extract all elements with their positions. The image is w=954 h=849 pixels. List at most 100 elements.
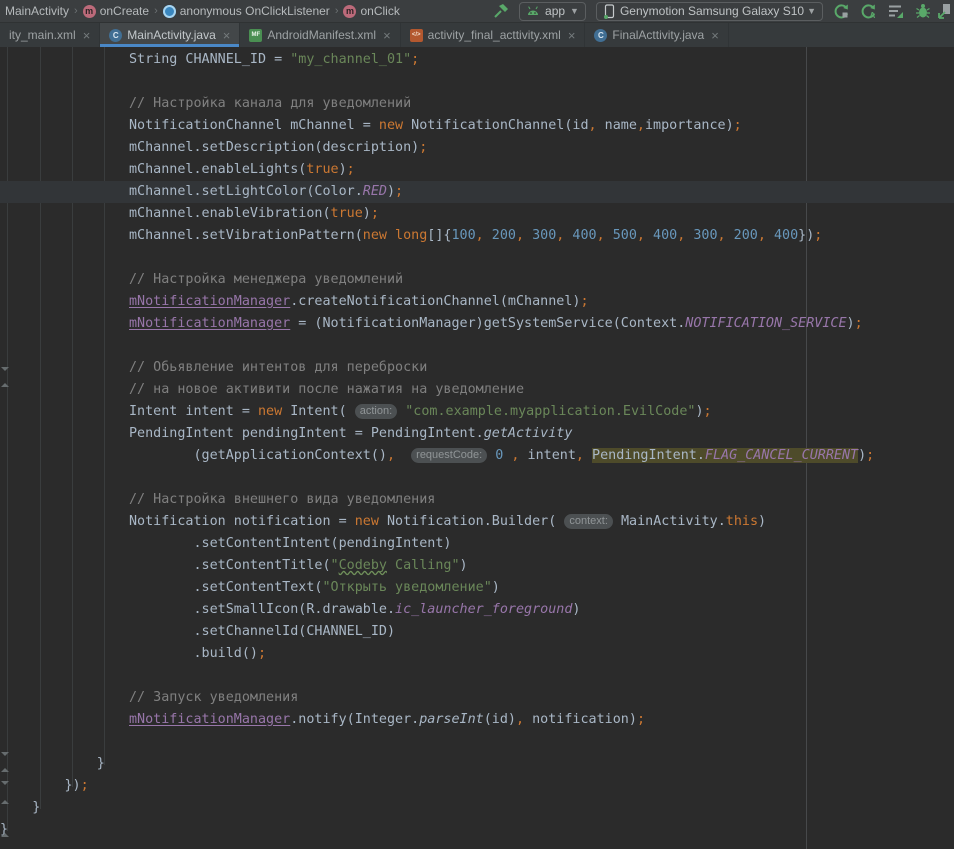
code-token: , (718, 228, 726, 243)
code-line[interactable]: mChannel.setDescription(description); (0, 137, 954, 159)
breadcrumb-item-onclick[interactable]: monClick (341, 4, 401, 18)
code-token (645, 228, 653, 243)
code-line[interactable]: // Запуск уведомления (0, 687, 954, 709)
apply-code-changes-icon[interactable]: A (855, 1, 882, 21)
code-token: .setSmallIcon(R.drawable. (0, 602, 395, 617)
code-line[interactable]: String CHANNEL_ID = "my_channel_01"; (0, 49, 954, 71)
code-token: mNotificationManager (129, 316, 290, 331)
tab-activity_final_acttivity.xml[interactable]: </>activity_final_acttivity.xml× (401, 23, 586, 47)
breadcrumb-item-anonymous-onclicklistener[interactable]: anonymous OnClickListener (161, 4, 332, 18)
code-line[interactable]: (getApplicationContext(), requestCode: 0… (0, 445, 954, 467)
fold-marker-icon[interactable] (1, 768, 9, 772)
code-token: , (758, 228, 766, 243)
code-token: ; (258, 646, 266, 661)
code-token: mNotificationManager (129, 712, 290, 727)
code-line[interactable]: .setContentText("Открыть уведомление") (0, 577, 954, 599)
code-token: ) (492, 580, 500, 595)
code-line[interactable]: // на новое активити после нажатия на ув… (0, 379, 954, 401)
code-line[interactable]: // Обьявление интентов для переброски (0, 357, 954, 379)
code-line[interactable] (0, 467, 954, 489)
code-line[interactable]: PendingIntent pendingIntent = PendingInt… (0, 423, 954, 445)
code-line[interactable]: // Настройка канала для уведомлений (0, 93, 954, 115)
breadcrumb-item-oncreate[interactable]: monCreate (81, 4, 151, 18)
fold-marker-icon[interactable] (1, 800, 9, 804)
code-editor[interactable]: String CHANNEL_ID = "my_channel_01"; // … (0, 47, 954, 849)
code-line[interactable]: .setContentTitle("Codeby Calling") (0, 555, 954, 577)
code-line-current[interactable]: mChannel.setLightColor(Color.RED); (0, 181, 954, 203)
tab-mainactivity.java[interactable]: CMainActivity.java× (100, 23, 240, 47)
code-token: .createNotificationChannel(mChannel) (290, 294, 580, 309)
code-line[interactable]: mChannel.enableVibration(true); (0, 203, 954, 225)
code-line[interactable]: .build(); (0, 643, 954, 665)
code-line[interactable]: } (0, 819, 954, 841)
code-token: ) (695, 404, 703, 419)
code-token: .setChannelId(CHANNEL_ID) (0, 624, 395, 639)
class-file-icon: C (594, 29, 607, 42)
code-line[interactable]: .setContentIntent(pendingIntent) (0, 533, 954, 555)
code-line[interactable]: Intent intent = new Intent( action: "com… (0, 401, 954, 423)
tab-androidmanifest.xml[interactable]: MFAndroidManifest.xml× (240, 23, 400, 47)
tab-close-icon[interactable]: × (223, 29, 231, 42)
code-line[interactable] (0, 665, 954, 687)
breadcrumb-item-mainactivity[interactable]: MainActivity (3, 4, 71, 18)
code-line[interactable]: }); (0, 775, 954, 797)
code-line[interactable]: mChannel.setVibrationPattern(new long[]{… (0, 225, 954, 247)
code-token: // Настройка менеджера уведомлений (0, 272, 403, 287)
code-line[interactable] (0, 247, 954, 269)
attach-debugger-icon[interactable] (936, 1, 954, 21)
run-configuration-dropdown[interactable]: app ▼ (519, 2, 586, 21)
code-token: ) (847, 316, 855, 331)
tab-close-icon[interactable]: × (711, 29, 719, 42)
code-line[interactable]: mNotificationManager.notify(Integer.pars… (0, 709, 954, 731)
code-token: ; (734, 118, 742, 133)
debug-bug-icon[interactable] (909, 1, 936, 21)
device-selector-dropdown[interactable]: Genymotion Samsung Galaxy S10 ▼ (596, 2, 823, 21)
code-token: getActivity (484, 426, 573, 441)
code-line[interactable]: // Настройка внешнего вида уведомления (0, 489, 954, 511)
code-line[interactable] (0, 335, 954, 357)
code-line[interactable]: // Настройка менеджера уведомлений (0, 269, 954, 291)
code-line[interactable] (0, 731, 954, 753)
code-line[interactable]: } (0, 797, 954, 819)
code-line[interactable]: } (0, 753, 954, 775)
fold-marker-icon[interactable] (1, 367, 9, 371)
fold-marker-icon[interactable] (1, 383, 9, 387)
code-token: , (597, 228, 605, 243)
code-line[interactable]: mNotificationManager.createNotificationC… (0, 291, 954, 313)
code-line[interactable]: NotificationChannel mChannel = new Notif… (0, 115, 954, 137)
fold-marker-icon[interactable] (1, 833, 9, 837)
code-line[interactable] (0, 71, 954, 93)
code-token: .setContentIntent(pendingIntent) (0, 536, 451, 551)
code-token: NotificationChannel(id (403, 118, 588, 133)
tab-close-icon[interactable]: × (568, 29, 576, 42)
code-token: ic_launcher_foreground (395, 602, 572, 617)
code-line[interactable]: .setSmallIcon(R.drawable.ic_launcher_for… (0, 599, 954, 621)
code-token: Calling" (387, 558, 460, 573)
code-line[interactable]: mNotificationManager = (NotificationMana… (0, 313, 954, 335)
code-token: RED (363, 184, 387, 199)
tab-close-icon[interactable]: × (383, 29, 391, 42)
breadcrumb-separator-icon: › (74, 5, 78, 17)
code-token: true (306, 162, 338, 177)
tab-close-icon[interactable]: × (83, 29, 91, 42)
build-hammer-icon[interactable] (487, 1, 514, 21)
code-token: 300 (693, 228, 717, 243)
tab-finalacttivity.java[interactable]: CFinalActtivity.java× (585, 23, 728, 47)
svg-text:A: A (870, 11, 876, 20)
code-token: []{ (427, 228, 451, 243)
code-line[interactable]: mChannel.enableLights(true); (0, 159, 954, 181)
tab-ity_main.xml[interactable]: ity_main.xml× (0, 23, 100, 47)
code-area[interactable]: String CHANNEL_ID = "my_channel_01"; // … (0, 47, 954, 849)
apply-changes-restart-icon[interactable] (828, 1, 855, 21)
fold-marker-icon[interactable] (1, 752, 9, 756)
code-token: 300 (532, 228, 556, 243)
code-line[interactable]: .setChannelId(CHANNEL_ID) (0, 621, 954, 643)
fold-marker-icon[interactable] (1, 781, 9, 785)
code-token: Intent intent = (0, 404, 258, 419)
profiler-lines-icon[interactable] (882, 1, 909, 21)
code-line[interactable]: Notification notification = new Notifica… (0, 511, 954, 533)
code-token: mChannel.enableLights( (0, 162, 306, 177)
code-token: "Открыть уведомление" (322, 580, 491, 595)
code-token: .setContentText( (0, 580, 322, 595)
code-token: ) (460, 558, 468, 573)
